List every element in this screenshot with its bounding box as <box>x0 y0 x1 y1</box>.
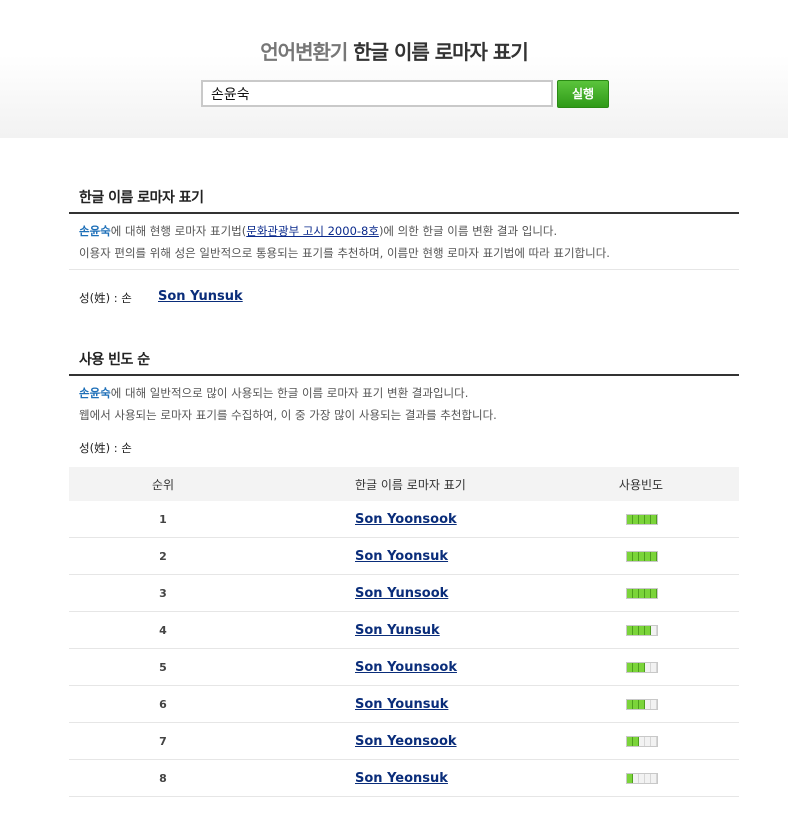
romanization-link[interactable]: Son Younsook <box>355 660 457 675</box>
frequency-bar-fill <box>627 737 639 746</box>
romanization-link[interactable]: Son Younsuk <box>355 697 448 712</box>
table-header: 순위 한글 이름 로마자 표기 사용빈도 <box>69 467 739 501</box>
section1-description-1: 손윤숙에 대해 현행 로마자 표기법(문화관광부 고시 2000-8호)에 의한… <box>79 224 558 238</box>
search-input[interactable] <box>201 80 553 107</box>
table-row: 6 Son Younsuk <box>69 686 739 723</box>
section-divider <box>69 212 739 214</box>
section-divider <box>69 374 739 376</box>
romanization-link[interactable]: Son Yoonsook <box>355 512 457 527</box>
frequency-bar-fill <box>627 515 657 524</box>
section1-description-2: 이용자 편의를 위해 성은 일반적으로 통용되는 표기를 추천하며, 이름만 현… <box>79 246 610 260</box>
table-row: 7 Son Yeonsook <box>69 723 739 760</box>
divider <box>69 269 739 270</box>
brand-name[interactable]: 언어변환기 <box>260 40 348 64</box>
rank-number: 1 <box>159 513 167 526</box>
table-row: 1 Son Yoonsook <box>69 501 739 538</box>
table-row: 4 Son Yunsuk <box>69 612 739 649</box>
run-button[interactable]: 실행 <box>557 80 609 108</box>
romanization-link[interactable]: Son Yoonsuk <box>355 549 448 564</box>
rank-number: 5 <box>159 661 167 674</box>
header: 언어변환기 한글 이름 로마자 표기 실행 <box>0 0 788 138</box>
frequency-bar-fill <box>627 626 651 635</box>
surname-label: 성(姓) : 손 <box>79 291 132 305</box>
law-link[interactable]: 문화관광부 고시 2000-8호 <box>246 224 379 238</box>
frequency-bar <box>626 588 658 599</box>
frequency-table: 순위 한글 이름 로마자 표기 사용빈도 1 Son Yoonsook 2 Son Y… <box>69 467 739 797</box>
header-rank: 순위 <box>151 477 175 492</box>
frequency-bar <box>626 514 658 525</box>
table-row: 5 Son Younsook <box>69 649 739 686</box>
romanization-link[interactable]: Son Yunsook <box>355 586 448 601</box>
table-row: 3 Son Yunsook <box>69 575 739 612</box>
page-title: 언어변환기 한글 이름 로마자 표기 <box>0 36 788 65</box>
frequency-bar <box>626 625 658 636</box>
header-romanization: 한글 이름 로마자 표기 <box>355 477 466 492</box>
frequency-bar-fill <box>627 774 633 783</box>
rank-number: 6 <box>159 698 167 711</box>
table-row: 2 Son Yoonsuk <box>69 538 739 575</box>
table-row: 8 Son Yeonsuk <box>69 760 739 797</box>
frequency-bar <box>626 773 658 784</box>
rank-number: 3 <box>159 587 167 600</box>
frequency-bar <box>626 699 658 710</box>
frequency-bar <box>626 662 658 673</box>
romanization-link[interactable]: Son Yeonsuk <box>355 771 448 786</box>
frequency-bar-fill <box>627 589 657 598</box>
frequency-bar-fill <box>627 700 645 709</box>
input-name: 손윤숙 <box>79 224 111 238</box>
frequency-bar <box>626 736 658 747</box>
section-title-romanization: 한글 이름 로마자 표기 <box>79 190 204 206</box>
rank-number: 8 <box>159 772 167 785</box>
section2-description-1: 손윤숙에 대해 일반적으로 많이 사용되는 한글 이름 로마자 표기 변환 결과… <box>79 386 469 400</box>
rank-number: 4 <box>159 624 167 637</box>
section-title-frequency: 사용 빈도 순 <box>79 352 150 368</box>
frequency-bar-fill <box>627 663 645 672</box>
frequency-bar <box>626 551 658 562</box>
header-frequency: 사용빈도 <box>618 477 664 492</box>
surname-label: 성(姓) : 손 <box>79 441 132 455</box>
input-name: 손윤숙 <box>79 386 111 400</box>
rank-number: 7 <box>159 735 167 748</box>
frequency-bar-fill <box>627 552 657 561</box>
section2-description-2: 웹에서 사용되는 로마자 표기를 수집하여, 이 중 가장 많이 사용되는 결과… <box>79 408 497 422</box>
service-title: 한글 이름 로마자 표기 <box>353 40 528 64</box>
romanization-link[interactable]: Son Yeonsook <box>355 734 457 749</box>
romanization-link[interactable]: Son Yunsuk <box>355 623 440 638</box>
rank-number: 2 <box>159 550 167 563</box>
romanized-result-link[interactable]: Son Yunsuk <box>158 289 243 304</box>
